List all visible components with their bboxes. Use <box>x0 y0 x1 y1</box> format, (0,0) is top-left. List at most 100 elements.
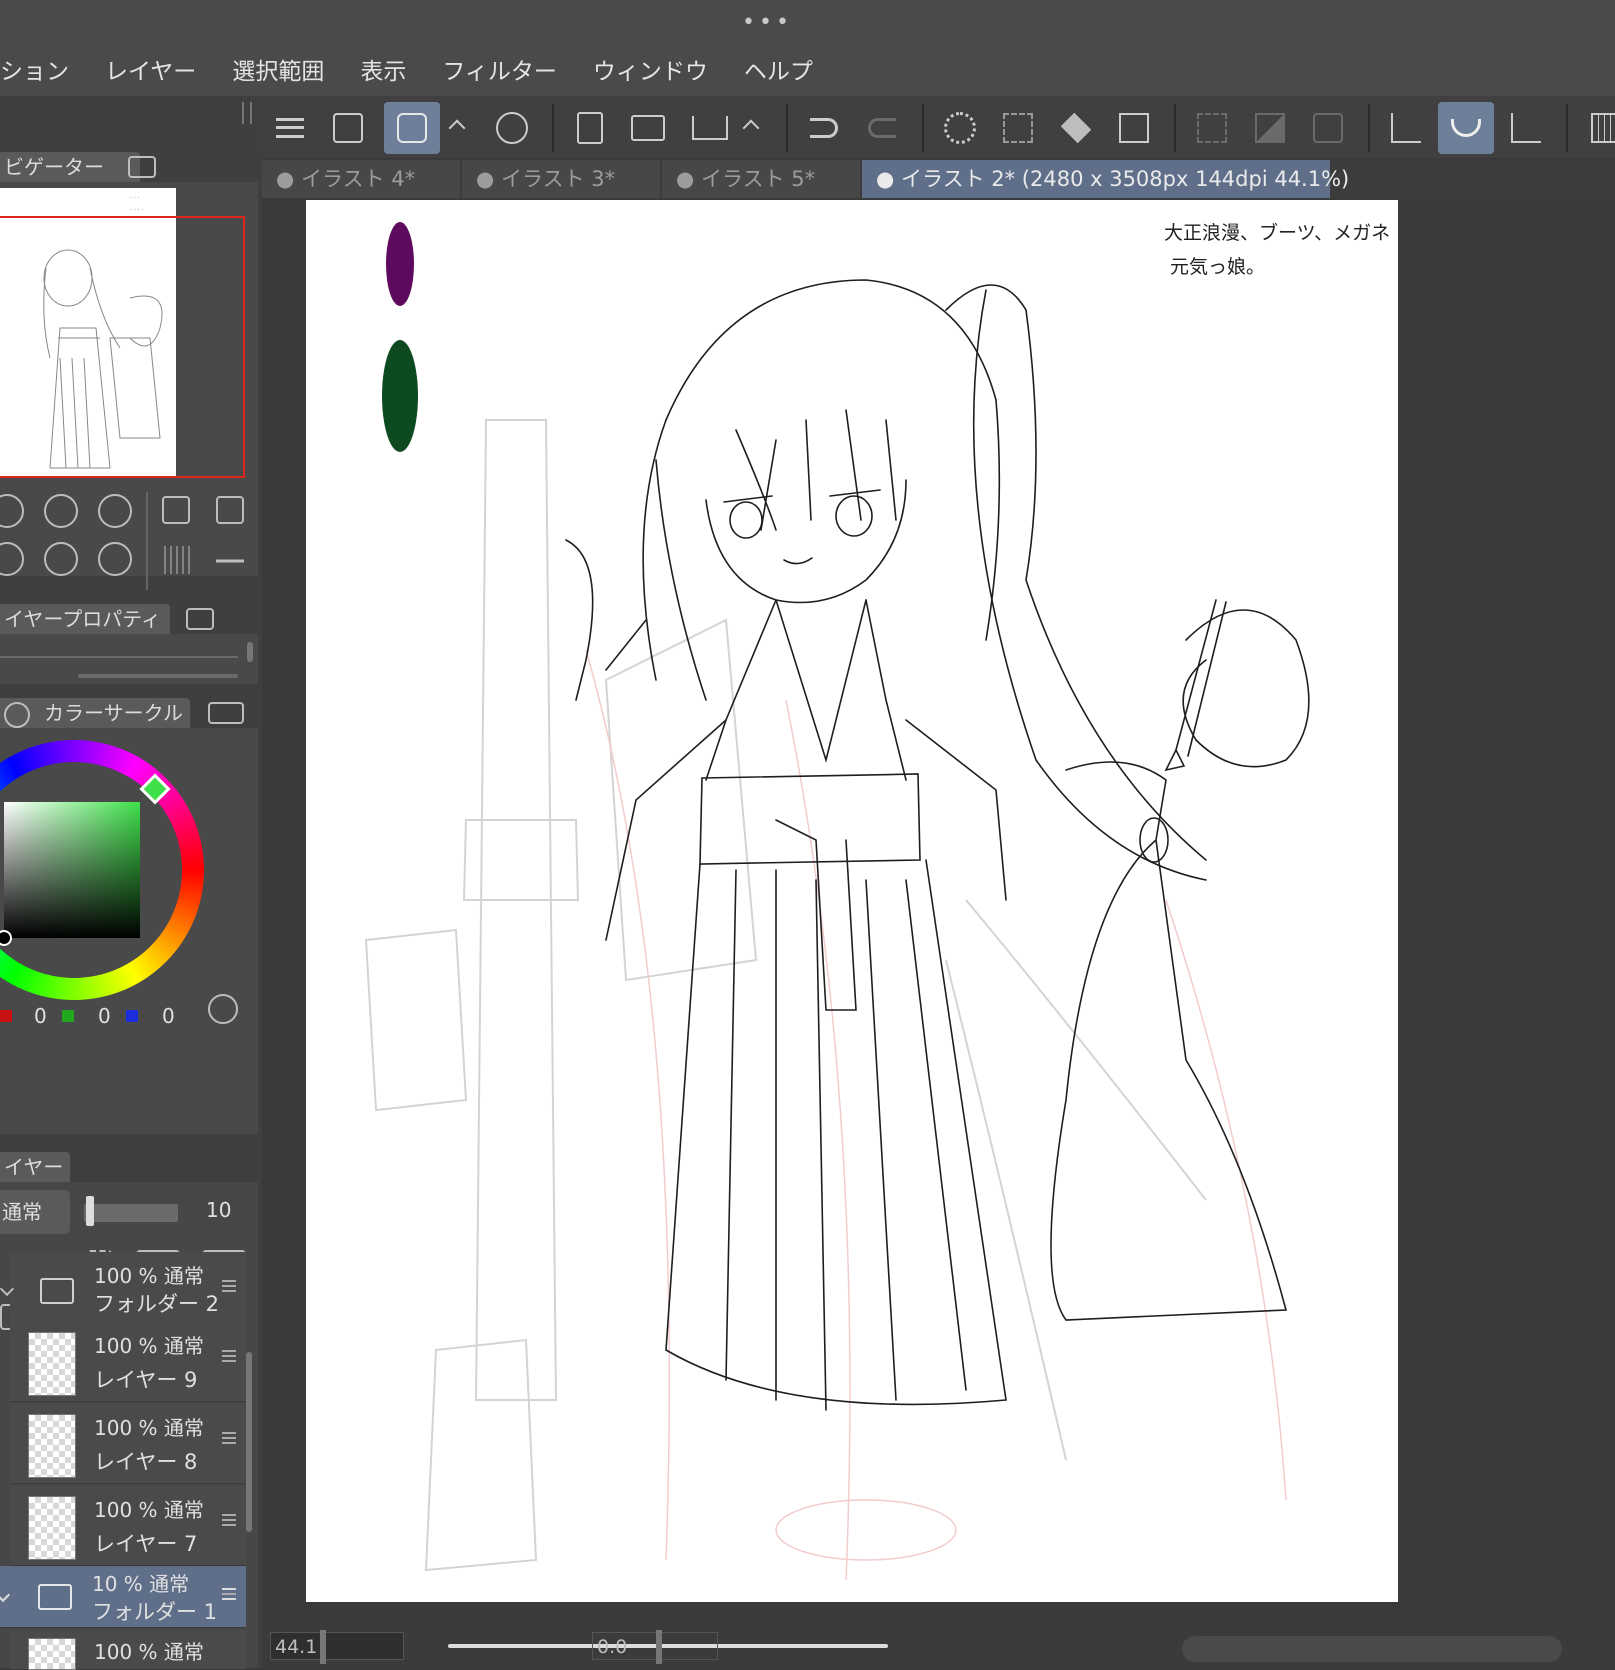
purple-swatch[interactable] <box>386 222 414 306</box>
fullscreen-icon[interactable] <box>320 102 376 154</box>
tab-layer[interactable]: イヤー <box>0 1152 70 1182</box>
selection-border-icon[interactable] <box>1300 102 1356 154</box>
color-mode-icon[interactable] <box>4 702 30 728</box>
layer-row-layer-7[interactable]: 100 % 通常 レイヤー 7 <box>10 1486 246 1566</box>
open-folder-icon[interactable] <box>620 102 676 154</box>
save-chevron-icon[interactable] <box>736 102 766 154</box>
fill-icon[interactable] <box>1048 102 1104 154</box>
green-value[interactable]: 0 <box>98 1004 111 1028</box>
loading-spinner-icon[interactable] <box>932 102 988 154</box>
rotate-right-icon[interactable] <box>44 542 78 576</box>
layer-thumbnail <box>28 1638 76 1670</box>
tab-layer-property[interactable]: イヤープロパティ <box>0 604 170 634</box>
tool-switch-chevron-icon[interactable] <box>442 102 472 154</box>
snap-to-special-ruler-icon[interactable] <box>1438 102 1494 154</box>
navigator-viewport-frame[interactable] <box>0 216 245 478</box>
opacity-value[interactable]: 10 <box>206 1198 231 1222</box>
blue-swatch-icon <box>126 1010 138 1022</box>
layer-percent: 100 % 通常 <box>94 1334 204 1358</box>
canvas-paper[interactable]: 大正浪漫、ブーツ、メガネ 元気っ娘。 <box>306 200 1398 1602</box>
undo-icon[interactable] <box>796 102 852 154</box>
opacity-slider-handle[interactable] <box>86 1196 94 1226</box>
layer-menu-icon[interactable] <box>222 1432 236 1444</box>
layer-row-folder-1[interactable]: 10 % 通常 フォルダー 1 <box>0 1566 246 1628</box>
layer-menu-icon[interactable] <box>222 1588 236 1600</box>
menu-window[interactable]: ウィンドウ <box>593 52 708 92</box>
svg-text:· · · ·: · · · · <box>130 207 143 214</box>
navigator-options-icon[interactable] <box>128 156 156 178</box>
color-swatch-dabs <box>382 222 418 452</box>
tab-navigator[interactable]: ビゲーター <box>0 152 140 182</box>
hamburger-menu-icon[interactable] <box>262 102 318 154</box>
zoom-out-icon[interactable] <box>0 494 24 528</box>
transform-tool-icon[interactable] <box>384 102 440 154</box>
fit-icon[interactable] <box>98 494 132 528</box>
document-tabs: ● イラスト 4* ● イラスト 3* ● イラスト 5* ● イラスト 2* … <box>262 160 1615 198</box>
reset-rotation-icon[interactable] <box>98 542 132 576</box>
crop-icon[interactable] <box>1106 102 1162 154</box>
saturation-value-square[interactable] <box>4 802 140 938</box>
toolbar-separator <box>922 104 924 152</box>
rotation-slider-handle[interactable] <box>656 1630 662 1664</box>
layer-row-layer-8[interactable]: 100 % 通常 レイヤー 8 <box>10 1404 246 1484</box>
svg-text:· · ·: · · · <box>130 195 140 202</box>
title-bar: ••• ション レイヤー 選択範囲 表示 フィルター ウィンドウ ヘルプ <box>0 0 1615 96</box>
tab-illust-2[interactable]: ● イラスト 2* (2480 x 3508px 144dpi 44.1%) <box>862 160 1349 198</box>
deselect-icon[interactable] <box>1184 102 1240 154</box>
layer-menu-icon[interactable] <box>222 1350 236 1362</box>
menu-layer[interactable]: レイヤー <box>105 52 196 92</box>
tab-illust-3[interactable]: ● イラスト 3* <box>462 160 660 198</box>
rotation-value-field[interactable]: 0.0 <box>592 1632 718 1660</box>
folder-icon <box>38 1584 72 1610</box>
layer-menu-icon[interactable] <box>222 1514 236 1526</box>
layer-menu-icon[interactable] <box>222 1280 236 1292</box>
green-swatch-icon <box>62 1010 74 1022</box>
color-options-icon[interactable] <box>208 702 244 724</box>
flip-vertical-icon[interactable] <box>216 546 244 576</box>
tab-illust-4[interactable]: ● イラスト 4* <box>262 160 460 198</box>
quick-access-icon[interactable] <box>484 102 540 154</box>
blend-mode-select[interactable]: 通常 <box>0 1190 70 1234</box>
layer-list-scrollbar[interactable] <box>246 1352 252 1532</box>
layer-row-layer-9[interactable]: 100 % 通常 レイヤー 9 <box>10 1322 246 1402</box>
new-canvas-icon[interactable] <box>562 102 618 154</box>
layer-property-slider[interactable] <box>78 674 238 678</box>
red-value[interactable]: 0 <box>34 1004 47 1028</box>
layer-property-scrollbar[interactable] <box>247 642 253 662</box>
panel-grip-icon[interactable] <box>242 102 252 124</box>
rough-sketch-layer <box>364 419 1207 1572</box>
opacity-slider[interactable] <box>84 1204 178 1222</box>
horizontal-scrollbar[interactable] <box>1182 1636 1562 1662</box>
layer-percent: 100 % 通常 <box>94 1640 204 1664</box>
layer-thumbnail <box>28 1496 76 1560</box>
menu-animation[interactable]: ション <box>0 52 69 92</box>
layer-property-options-icon[interactable] <box>186 608 214 630</box>
select-all-icon[interactable] <box>990 102 1046 154</box>
rotate-left-icon[interactable] <box>0 542 24 576</box>
zoom-value-field[interactable]: 44.1 <box>270 1632 404 1660</box>
snap-to-grid-icon[interactable] <box>1498 102 1554 154</box>
ruler-snap-icon[interactable] <box>1378 102 1434 154</box>
command-bar <box>262 96 1615 158</box>
menu-selection[interactable]: 選択範囲 <box>232 52 324 92</box>
invert-selection-icon[interactable] <box>1242 102 1298 154</box>
window-dots-icon[interactable]: ••• <box>742 10 793 35</box>
expand-chevron-icon[interactable] <box>0 1587 11 1603</box>
green-swatch[interactable] <box>382 340 418 452</box>
blue-value[interactable]: 0 <box>162 1004 175 1028</box>
fit-window-icon[interactable] <box>216 496 244 524</box>
actual-size-icon[interactable] <box>162 496 190 524</box>
zoom-slider-handle[interactable] <box>320 1630 326 1664</box>
layer-row-folder-2[interactable]: 100 % 通常 フォルダー 2 <box>0 1252 246 1332</box>
color-play-icon[interactable] <box>208 994 238 1024</box>
zoom-in-icon[interactable] <box>44 494 78 528</box>
flip-horizontal-icon[interactable] <box>162 546 192 574</box>
redo-icon[interactable] <box>854 102 910 154</box>
menu-help[interactable]: ヘルプ <box>744 52 813 92</box>
save-icon[interactable] <box>682 102 738 154</box>
grid-icon[interactable] <box>1576 102 1615 154</box>
menu-view[interactable]: 表示 <box>360 52 406 92</box>
layer-row-bottom[interactable]: 100 % 通常 <box>10 1630 246 1670</box>
tab-illust-5[interactable]: ● イラスト 5* <box>662 160 860 198</box>
menu-filter[interactable]: フィルター <box>442 52 557 92</box>
